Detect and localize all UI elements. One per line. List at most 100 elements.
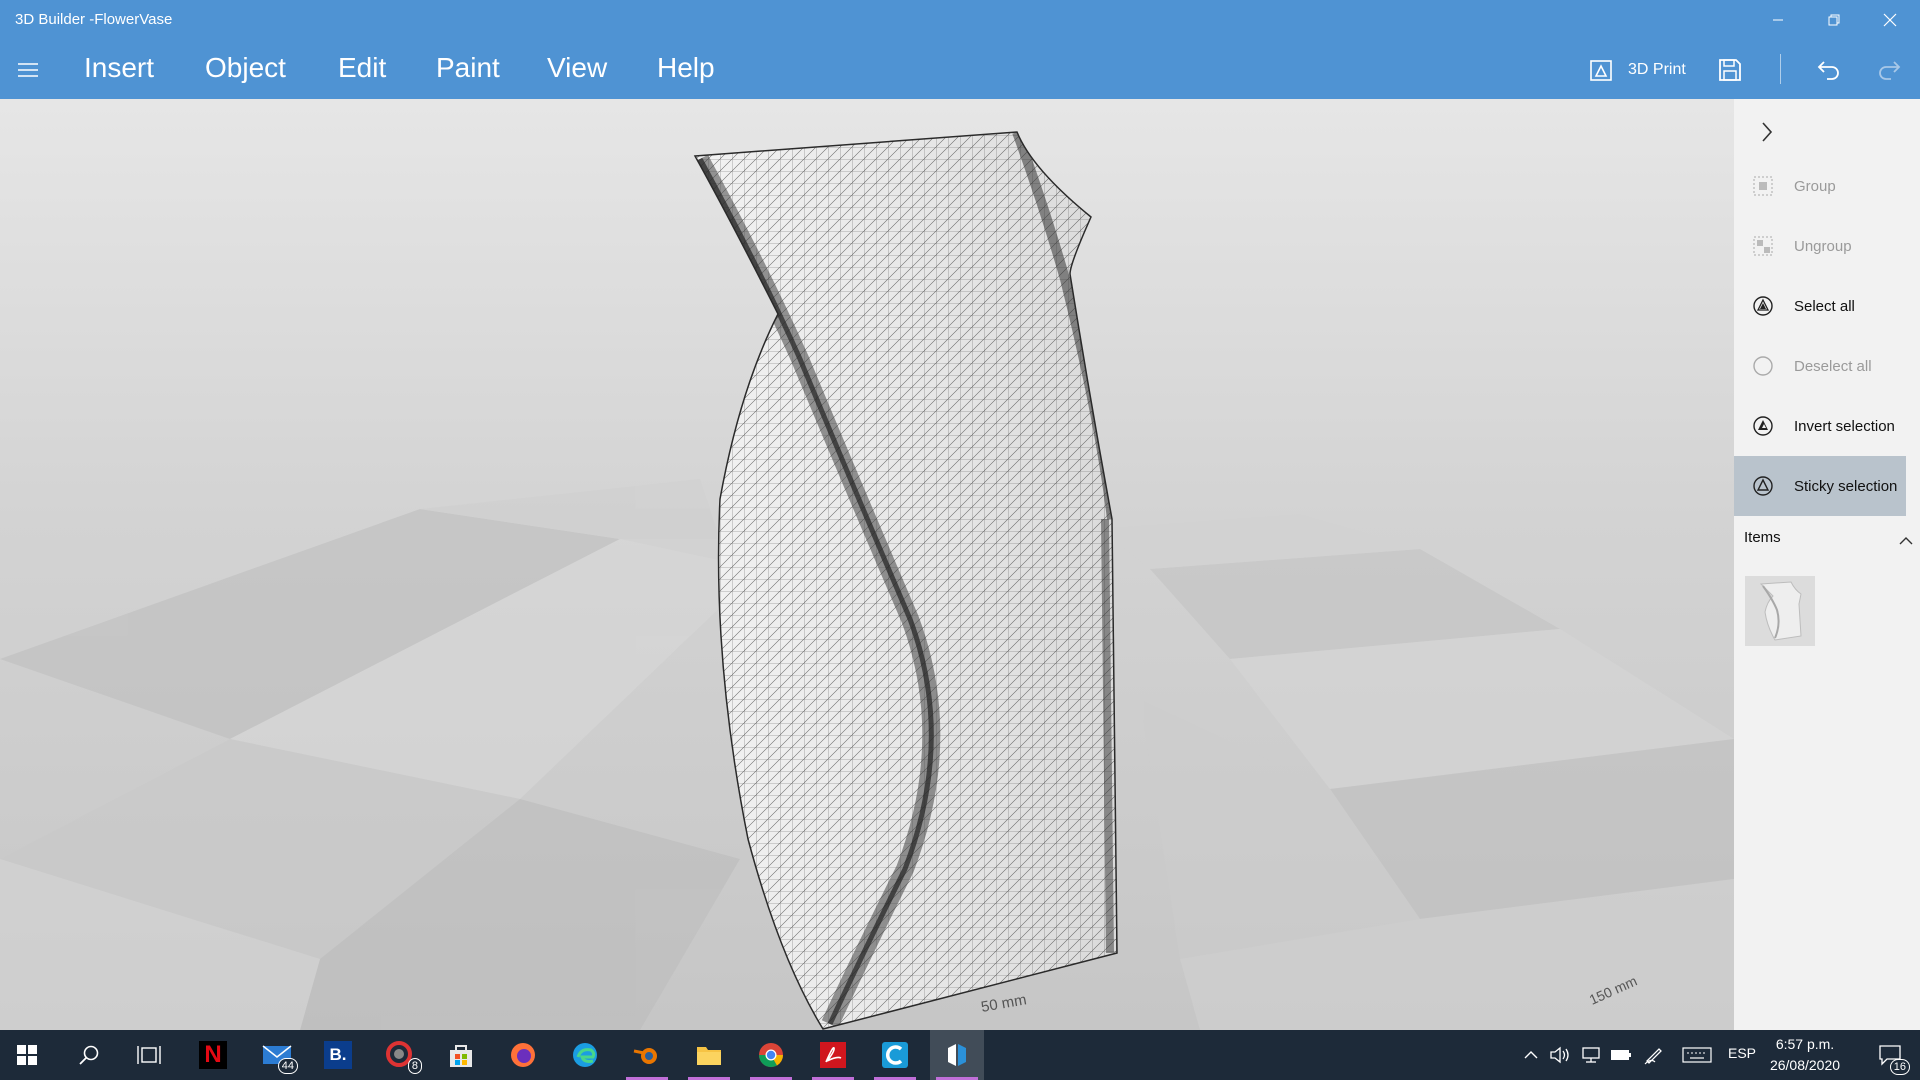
pen-workspace-button[interactable] [1640,1030,1668,1080]
menu-insert[interactable]: Insert [84,52,154,84]
taskbar-app-file-explorer[interactable] [682,1030,736,1080]
deselect-all-icon [1752,355,1774,377]
app-badge: 8 [407,1058,422,1074]
menu-object[interactable]: Object [205,52,286,84]
title-bar: 3D Builder -FlowerVase Insert Object Edi… [0,0,1920,99]
netflix-icon: N [199,1041,227,1069]
taskbar-app-3d-builder[interactable] [930,1030,984,1080]
taskbar-app-mail[interactable]: 44 [250,1030,304,1080]
invert-selection-label: Invert selection [1794,417,1895,435]
minimize-button[interactable] [1750,0,1806,40]
3d-viewport[interactable]: 50 mm 150 mm [0,99,1734,1030]
window-title: 3D Builder -FlowerVase [15,11,173,28]
clock-time: 6:57 p.m. [1775,1036,1835,1052]
items-label: Items [1744,529,1781,546]
ungroup-button[interactable]: Ungroup [1734,216,1906,276]
group-label: Group [1794,177,1836,195]
sticky-selection-icon [1752,475,1774,497]
hamburger-icon [18,63,38,77]
battery-button[interactable] [1608,1030,1634,1080]
taskbar-app-edge[interactable] [558,1030,612,1080]
3d-print-label: 3D Print [1628,61,1686,78]
menu-help[interactable]: Help [657,52,715,84]
taskbar-app-chrome[interactable] [744,1030,798,1080]
clock-date: 26/08/2020 [1769,1057,1841,1073]
menu-paint[interactable]: Paint [436,52,500,84]
pen-icon [1644,1048,1662,1065]
menu-edit[interactable]: Edit [338,52,386,84]
select-all-button[interactable]: Select all [1734,276,1906,336]
taskbar-app-netflix[interactable]: N [186,1030,240,1080]
group-button[interactable]: Group [1734,156,1906,216]
touch-keyboard-button[interactable] [1680,1030,1714,1080]
3d-print-icon [1590,60,1612,81]
taskbar-app-booking[interactable]: B. [311,1030,365,1080]
scene-canvas[interactable]: 50 mm 150 mm [0,99,1734,1030]
menu-view[interactable]: View [547,52,607,84]
sticky-selection-label: Sticky selection [1794,477,1898,495]
taskbar-app-firefox[interactable] [496,1030,550,1080]
invert-selection-button[interactable]: Invert selection [1734,396,1906,456]
volume-button[interactable] [1548,1030,1572,1080]
booking-icon: B. [324,1041,352,1069]
select-all-icon [1752,295,1774,317]
action-center-button[interactable]: 16 [1866,1030,1914,1080]
chevron-right-icon [1762,122,1773,142]
save-button[interactable] [1716,52,1744,88]
start-button[interactable] [0,1030,54,1080]
keyboard-icon [1682,1047,1712,1063]
network-icon [1582,1047,1600,1063]
clock[interactable]: 6:57 p.m. 26/08/2020 [1755,1034,1855,1076]
input-language-indicator[interactable]: ESP [1728,1045,1756,1061]
ungroup-label: Ungroup [1794,237,1852,255]
items-collapse-button[interactable] [1896,531,1916,551]
close-button[interactable] [1862,0,1918,40]
item-thumbnail-flowervase[interactable] [1745,576,1815,646]
sticky-selection-button[interactable]: Sticky selection [1734,456,1906,516]
selection-panel: Group Ungroup Select all Deselect all In… [1734,99,1920,1030]
start-icon [17,1045,37,1065]
taskbar-app-acrobat[interactable] [806,1030,860,1080]
redo-icon [1879,61,1901,80]
acrobat-icon [820,1042,846,1068]
blender-icon [633,1048,657,1064]
hamburger-menu-button[interactable] [16,58,40,82]
close-icon [1883,13,1897,27]
group-icon [1752,175,1774,197]
redo-button[interactable] [1875,52,1903,88]
network-button[interactable] [1578,1030,1604,1080]
save-icon [1719,59,1741,81]
deselect-all-label: Deselect all [1794,357,1872,375]
panel-collapse-button[interactable] [1752,117,1782,147]
file-explorer-icon [697,1047,721,1065]
invert-selection-icon [1752,415,1774,437]
taskbar-app-8[interactable]: 8 [374,1030,428,1080]
taskbar: N 44 B. 8 ESP 6:57 p.m. 26/08/2020 16 [0,1030,1920,1080]
items-section-header: Items [1744,529,1916,557]
task-view-icon [137,1046,161,1064]
deselect-all-button[interactable]: Deselect all [1734,336,1906,396]
search-icon [79,1045,99,1065]
minimize-icon [1773,19,1783,21]
firefox-icon [511,1043,535,1067]
undo-button[interactable] [1815,52,1843,88]
battery-icon [1611,1050,1631,1060]
taskbar-app-blender[interactable] [620,1030,674,1080]
volume-icon [1550,1046,1569,1064]
mail-badge: 44 [277,1058,298,1074]
toolbar-divider [1780,54,1781,84]
task-view-button[interactable] [122,1030,176,1080]
undo-icon [1817,61,1839,80]
chevron-up-icon [1899,537,1913,545]
chrome-icon [758,1043,784,1068]
3d-print-button[interactable]: 3D Print [1588,52,1686,88]
taskbar-app-ccleaner[interactable] [868,1030,922,1080]
restore-button[interactable] [1806,0,1862,40]
search-button[interactable] [62,1030,116,1080]
taskbar-app-store[interactable] [434,1030,488,1080]
3d-builder-icon [948,1044,966,1066]
restore-icon [1828,14,1840,26]
select-all-label: Select all [1794,297,1855,315]
vase-thumbnail-icon [1759,581,1802,641]
show-hidden-icons-button[interactable] [1520,1030,1542,1080]
